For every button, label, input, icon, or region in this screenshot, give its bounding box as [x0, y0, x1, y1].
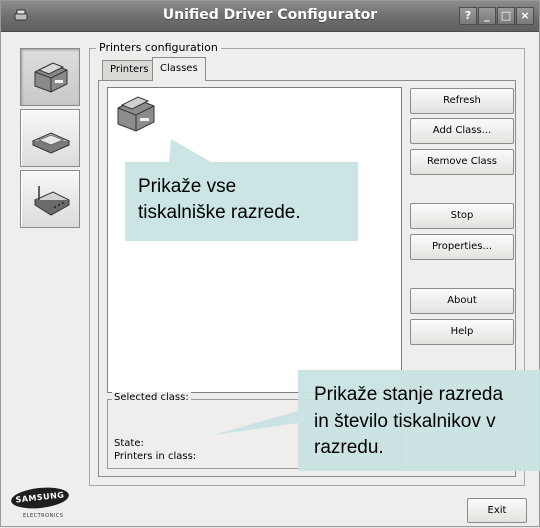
tab-classes[interactable]: Classes: [152, 57, 206, 81]
top-callout-line1: Prikaže vse: [138, 176, 237, 197]
callout-shapes: [125, 139, 540, 471]
bottom-callout-line1: Prikaže stanje razreda: [314, 384, 504, 405]
bottom-callout-line3: razredu.: [314, 437, 384, 458]
bottom-callout-line2: in število tiskalnikov v: [314, 411, 496, 432]
top-callout-line2: tiskalniške razrede.: [138, 202, 301, 223]
main-window: Unified Driver Configurator ? _ □ × Prin…: [0, 0, 540, 527]
